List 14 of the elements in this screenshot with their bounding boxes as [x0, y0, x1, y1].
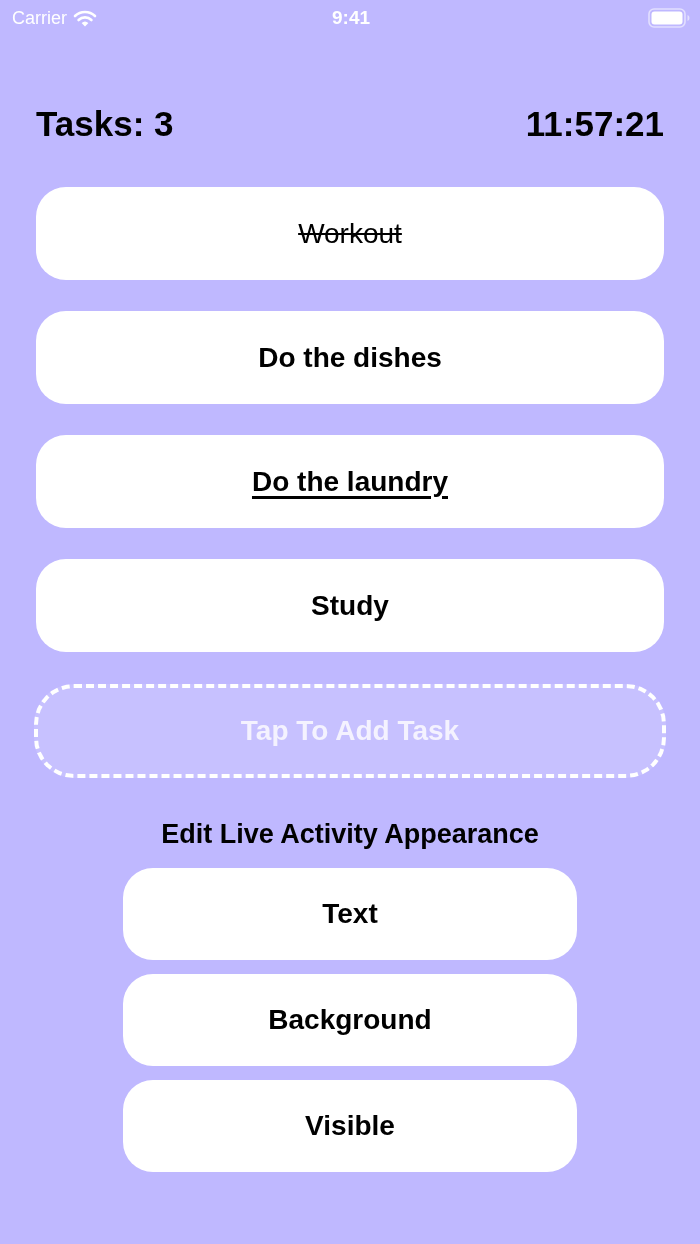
task-button[interactable]: Workout — [36, 187, 664, 280]
task-count: Tasks: 3 — [36, 104, 174, 144]
task-button[interactable]: Do the dishes — [36, 311, 664, 404]
appearance-button[interactable]: Background — [123, 974, 577, 1066]
carrier-label: Carrier — [12, 7, 67, 29]
appearance-button[interactable]: Text — [123, 868, 577, 960]
section-title: Edit Live Activity Appearance — [161, 818, 539, 850]
appearance-button[interactable]: Visible — [123, 1080, 577, 1172]
battery-icon — [648, 8, 690, 28]
clock-time: 11:57:21 — [525, 104, 664, 144]
status-time: 9:41 — [332, 7, 370, 29]
wifi-icon — [73, 9, 97, 27]
task-button[interactable]: Do the laundry — [36, 435, 664, 528]
task-button[interactable]: Study — [36, 559, 664, 652]
